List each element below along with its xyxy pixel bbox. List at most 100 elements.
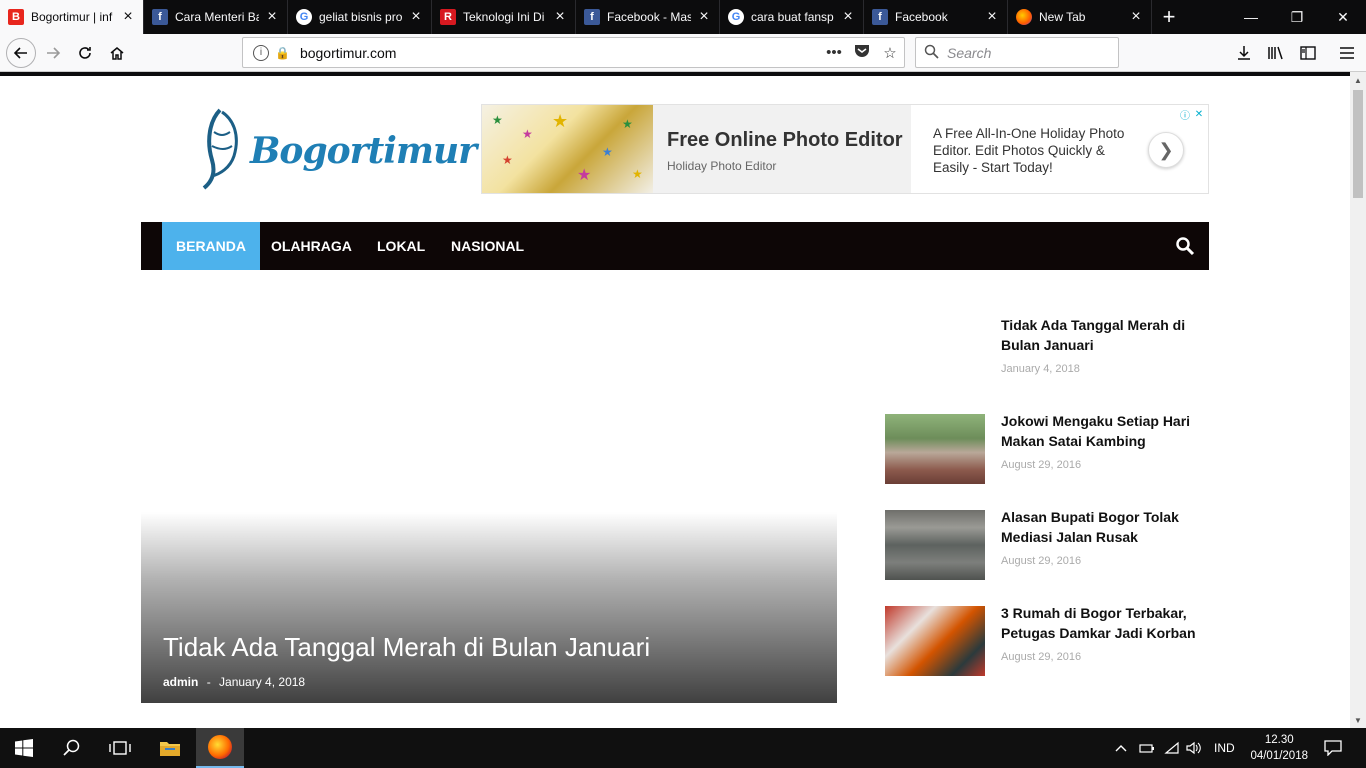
windows-logo-icon <box>15 739 33 757</box>
tab-title: Teknologi Ini Di <box>463 10 545 24</box>
close-icon[interactable]: × <box>553 8 567 26</box>
menu-item-nasional[interactable]: NASIONAL <box>437 222 538 270</box>
start-button[interactable] <box>0 728 48 768</box>
tab-bogortimur[interactable]: B Bogortimur | inf × <box>0 0 144 34</box>
sidebar-post-title[interactable]: Tidak Ada Tanggal Merah di Bulan Januari <box>1001 315 1201 355</box>
tab-teknologi[interactable]: R Teknologi Ini Di × <box>432 0 576 34</box>
taskbar-search-icon[interactable] <box>48 728 96 768</box>
sidebar-post[interactable]: 3 Rumah di Bogor Terbakar, Petugas Damka… <box>885 603 1209 676</box>
menu-item-olahraga[interactable]: OLAHRAGA <box>257 222 366 270</box>
ad-description-area: A Free All-In-One Holiday Photo Editor. … <box>911 105 1208 193</box>
battery-plug-icon[interactable] <box>1139 728 1155 768</box>
post-thumbnail[interactable] <box>885 606 985 676</box>
sidebar-post-title[interactable]: Alasan Bupati Bogor Tolak Mediasi Jalan … <box>1001 507 1201 547</box>
sidebar-post[interactable]: Tidak Ada Tanggal Merah di Bulan Januari… <box>885 315 1209 388</box>
scrollbar-thumb[interactable] <box>1353 90 1363 198</box>
close-icon[interactable]: × <box>1129 8 1143 26</box>
close-icon[interactable]: × <box>697 8 711 26</box>
tab-geliat-bisnis[interactable]: G geliat bisnis pro × <box>288 0 432 34</box>
scroll-down-icon[interactable]: ▼ <box>1350 712 1366 728</box>
ad-description: A Free All-In-One Holiday Photo Editor. … <box>933 126 1125 175</box>
facebook-icon: f <box>152 9 168 25</box>
tab-title: Facebook - Mas <box>607 10 691 24</box>
bookmark-star-icon[interactable]: ☆ <box>876 44 904 62</box>
sidebar-toggle-icon[interactable] <box>1293 38 1323 68</box>
tab-title: Facebook <box>895 10 948 24</box>
downloads-icon[interactable] <box>1229 38 1259 68</box>
wifi-icon[interactable] <box>1164 728 1180 768</box>
ad-headline[interactable]: Free Online Photo Editor <box>667 129 903 152</box>
adchoices-info-icon[interactable]: ⓘ <box>1178 107 1192 122</box>
tab-title: Bogortimur | inf <box>31 10 113 24</box>
pocket-icon[interactable] <box>848 44 876 62</box>
insecure-lock-icon[interactable]: 🔒 <box>275 46 290 60</box>
featured-post-title[interactable]: Tidak Ada Tanggal Merah di Bulan Januari <box>163 632 650 663</box>
file-explorer-icon[interactable] <box>146 728 194 768</box>
restore-icon[interactable]: ❐ <box>1274 0 1320 34</box>
site-logo[interactable]: Bogortimur <box>200 102 477 194</box>
ad-choices[interactable]: ⓘ ✕ <box>1178 107 1206 122</box>
library-icon[interactable] <box>1261 38 1291 68</box>
featured-post[interactable]: Tidak Ada Tanggal Merah di Bulan Januari… <box>141 512 837 703</box>
sidebar-post-date: January 4, 2018 <box>1001 363 1080 375</box>
sidebar-post-title[interactable]: Jokowi Mengaku Setiap Hari Makan Satai K… <box>1001 411 1201 451</box>
volume-icon[interactable] <box>1186 728 1202 768</box>
search-bar[interactable]: Search <box>915 37 1119 68</box>
reload-button[interactable] <box>70 38 100 68</box>
forward-arrow-icon <box>47 47 61 59</box>
sidebar-post-date: August 29, 2016 <box>1001 651 1082 663</box>
chevron-right-icon[interactable]: ❯ <box>1148 132 1184 168</box>
search-icon[interactable] <box>1175 236 1195 256</box>
post-author[interactable]: admin <box>163 675 198 689</box>
home-button[interactable] <box>102 38 132 68</box>
tab-facebook[interactable]: f Facebook × <box>864 0 1008 34</box>
page-scrollbar[interactable]: ▲ ▼ <box>1350 72 1366 728</box>
menu-item-lokal[interactable]: LOKAL <box>363 222 439 270</box>
page-actions-icon[interactable]: ••• <box>820 44 848 61</box>
system-clock[interactable]: 12.30 04/01/2018 <box>1250 732 1308 764</box>
sidebar-post[interactable]: Jokowi Mengaku Setiap Hari Makan Satai K… <box>885 411 1209 484</box>
logo-text: Bogortimur <box>250 130 477 172</box>
tab-facebook-mas[interactable]: f Facebook - Mas × <box>576 0 720 34</box>
new-tab-button[interactable]: + <box>1152 0 1186 34</box>
close-icon[interactable]: × <box>409 8 423 26</box>
firefox-taskbar-icon[interactable] <box>196 728 244 768</box>
meta-separator: - <box>206 675 211 689</box>
url-text[interactable]: bogortimur.com <box>300 45 820 61</box>
back-button[interactable] <box>6 38 36 68</box>
post-date: January 4, 2018 <box>219 675 306 689</box>
sidebar-post-title[interactable]: 3 Rumah di Bogor Terbakar, Petugas Damka… <box>1001 603 1201 643</box>
tab-cara-menteri[interactable]: f Cara Menteri Ba × <box>144 0 288 34</box>
scroll-up-icon[interactable]: ▲ <box>1350 72 1366 88</box>
r-icon: R <box>440 9 456 25</box>
advertisement-banner[interactable]: ★ ★ ★ ★ ★ ★ ★ ★ Free Online Photo Editor… <box>481 104 1209 194</box>
close-icon[interactable]: × <box>121 8 135 26</box>
close-icon[interactable]: × <box>265 8 279 26</box>
bogortimur-favicon-icon: B <box>8 9 24 25</box>
close-icon[interactable]: × <box>985 8 999 26</box>
post-thumbnail[interactable] <box>885 510 985 580</box>
language-indicator[interactable]: IND <box>1214 728 1235 768</box>
post-thumbnail[interactable] <box>885 414 985 484</box>
task-view-icon[interactable] <box>96 728 144 768</box>
url-bar[interactable]: i 🔒 bogortimur.com ••• ☆ <box>242 37 905 68</box>
minimize-icon[interactable]: — <box>1228 0 1274 34</box>
search-placeholder: Search <box>947 44 992 61</box>
close-window-icon[interactable]: ✕ <box>1320 0 1366 34</box>
show-hidden-icons[interactable] <box>1115 728 1127 768</box>
close-icon[interactable]: × <box>841 8 855 26</box>
back-arrow-icon <box>13 47 27 59</box>
windows-taskbar: IND 12.30 04/01/2018 <box>0 728 1366 768</box>
sidebar-post[interactable]: Alasan Bupati Bogor Tolak Mediasi Jalan … <box>885 507 1209 580</box>
tab-title: cara buat fansp <box>751 10 834 24</box>
action-center-icon[interactable] <box>1324 728 1342 768</box>
clock-date: 04/01/2018 <box>1250 750 1308 762</box>
tab-new-tab[interactable]: New Tab × <box>1008 0 1152 34</box>
hamburger-menu-icon[interactable] <box>1332 38 1362 68</box>
info-icon[interactable]: i <box>253 44 269 61</box>
tab-cara-buat-fanspage[interactable]: G cara buat fansp × <box>720 0 864 34</box>
menu-item-beranda[interactable]: BERANDA <box>162 222 260 270</box>
sidebar-post-date: August 29, 2016 <box>1001 459 1082 471</box>
forward-button[interactable] <box>38 38 68 68</box>
ad-close-icon[interactable]: ✕ <box>1192 107 1206 121</box>
